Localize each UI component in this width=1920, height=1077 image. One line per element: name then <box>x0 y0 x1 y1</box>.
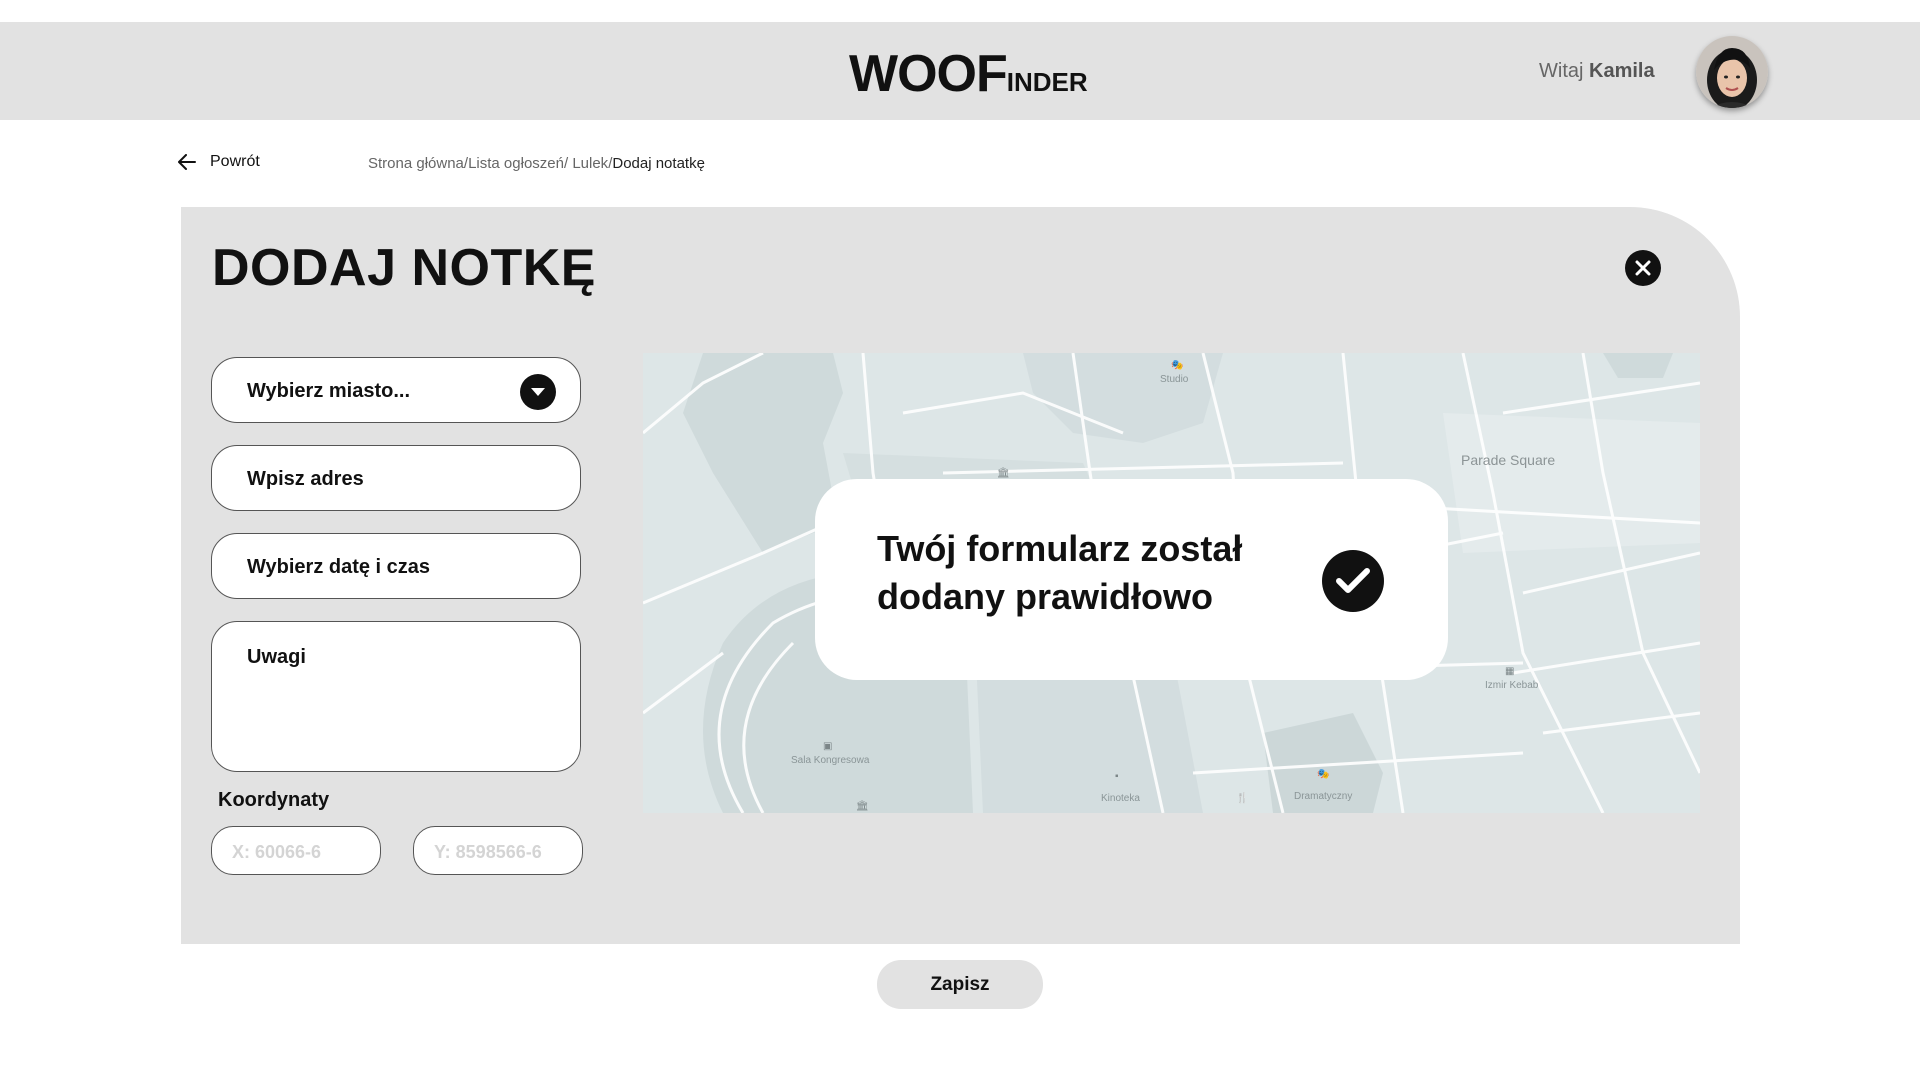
coordinate-x-placeholder: X: 60066-6 <box>232 842 322 862</box>
page-title: DODAJ NOTKĘ <box>212 239 596 297</box>
breadcrumb-home[interactable]: Strona główna <box>368 155 464 172</box>
breadcrumb-listings[interactable]: Lista ogłoszeń <box>468 155 564 172</box>
coordinate-x-input[interactable]: X: 60066-6 <box>211 826 381 875</box>
breadcrumb-dog[interactable]: Lulek <box>568 155 608 172</box>
datetime-input[interactable]: Wybierz datę i czas <box>211 533 581 599</box>
greeting-prefix: Witaj <box>1539 60 1584 82</box>
notes-textarea[interactable]: Uwagi <box>211 621 581 772</box>
coordinates-label: Koordynaty <box>218 789 330 811</box>
success-message: Twój formularz został dodany prawidłowo <box>877 528 1243 617</box>
address-placeholder: Wpisz adres <box>247 468 364 490</box>
museum-icon: 🏛 <box>856 801 869 812</box>
app-logo[interactable]: WOOFINDER <box>849 44 1088 104</box>
theater-icon: 🎭 <box>1171 360 1184 371</box>
map-label-izmir-kebab: Izmir Kebab <box>1485 680 1539 691</box>
dropdown-button[interactable] <box>520 374 556 410</box>
fork-knife-icon: 🍴 <box>1236 793 1249 804</box>
back-label: Powrót <box>210 153 260 170</box>
city-select-label: Wybierz miasto... <box>247 380 411 402</box>
museum-icon: 🏛 <box>997 468 1010 479</box>
cinema-icon: ▪ <box>1115 771 1119 782</box>
close-button[interactable] <box>1625 250 1661 286</box>
logo-rest: INDER <box>1006 67 1088 97</box>
coordinate-y-placeholder: Y: 8598566-6 <box>434 842 542 862</box>
greeting: Witaj Kamila <box>1539 60 1655 83</box>
success-check <box>1322 550 1384 612</box>
map-label-kinoteka: Kinoteka <box>1101 793 1140 804</box>
check-icon <box>1336 568 1370 593</box>
datetime-placeholder: Wybierz datę i czas <box>247 556 431 578</box>
breadcrumb-current: Dodaj notatkę <box>612 155 705 172</box>
avatar[interactable] <box>1696 36 1768 108</box>
arrow-left-icon <box>178 154 196 170</box>
map-label-sala-kongresowa: Sala Kongresowa <box>791 755 870 766</box>
logo-main: WOOF <box>849 45 1008 103</box>
address-input[interactable]: Wpisz adres <box>211 445 581 511</box>
close-icon <box>1635 260 1651 276</box>
user-name: Kamila <box>1589 60 1655 82</box>
city-select[interactable]: Wybierz miasto... <box>211 357 581 423</box>
map-label-studio: Studio <box>1160 374 1189 385</box>
breadcrumb: Strona główna/Lista ogłoszeń/ Lulek/Doda… <box>368 155 705 172</box>
map-label-parade-square: Parade Square <box>1461 452 1556 468</box>
chevron-down-icon <box>531 388 545 396</box>
back-button[interactable]: Powrót <box>178 153 260 171</box>
save-button[interactable]: Zapisz <box>877 960 1043 1009</box>
notes-placeholder: Uwagi <box>247 646 306 668</box>
theater-icon: 🎭 <box>1317 769 1330 780</box>
venue-icon: ▣ <box>823 741 833 752</box>
map-label-dramatyczny: Dramatyczny <box>1294 791 1353 802</box>
success-toast: Twój formularz został dodany prawidłowo <box>815 479 1448 680</box>
restaurant-icon: ▦ <box>1505 666 1515 677</box>
coordinate-y-input[interactable]: Y: 8598566-6 <box>413 826 583 875</box>
avatar-image <box>1696 36 1768 108</box>
